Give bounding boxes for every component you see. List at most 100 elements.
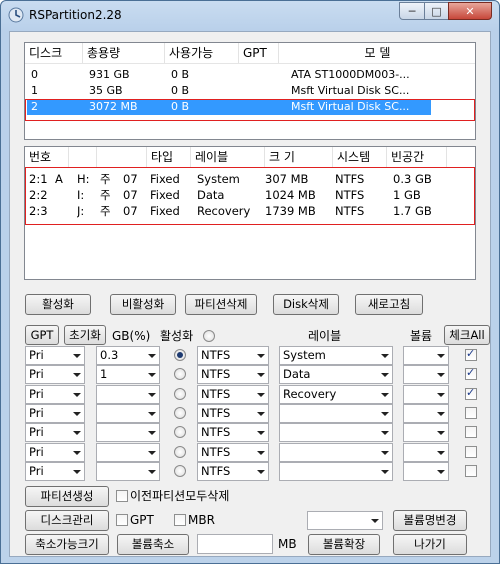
filesystem-select[interactable]: NTFS [197,384,269,404]
label-select[interactable] [279,423,393,443]
partition-cell-fs[interactable]: NTFS [335,187,364,203]
partition-type-select[interactable]: Pri [25,423,85,443]
disk-cell-avail[interactable]: 0 B [171,83,189,99]
volume-select[interactable] [307,511,383,530]
volume-letter-select[interactable] [403,442,449,462]
delete-previous-checkbox[interactable] [116,490,128,502]
row-checkbox[interactable] [465,366,477,381]
partition-list-col-5[interactable]: 크 기 [265,147,333,167]
disk-management-button[interactable]: 디스크관리 [25,510,109,531]
row-checkbox[interactable] [465,464,477,477]
row-checkbox[interactable] [465,347,477,361]
partition-type-select[interactable]: Pri [25,442,85,462]
label-select[interactable]: System [279,346,393,365]
size-select[interactable]: 1 [96,365,160,385]
partition-cell-free[interactable]: 1 GB [393,187,421,203]
partition-cell-num[interactable]: 2:3 [29,203,48,219]
disk-cell-disk[interactable]: 0 [31,67,38,83]
partition-list-col-0[interactable]: 번호 [25,147,69,167]
filesystem-select[interactable]: NTFS [197,423,269,443]
check-all-button[interactable]: 체크All [444,325,490,345]
partition-cell-drive[interactable]: H: [77,171,90,187]
partition-cell-drive[interactable]: I: [77,187,84,203]
filesystem-select[interactable]: NTFS [197,365,269,385]
size-select[interactable] [96,461,160,481]
volume-letter-select[interactable] [403,403,449,423]
partition-cell-kind[interactable]: 주 [100,187,111,203]
disk-cell-total[interactable]: 35 GB [89,83,123,99]
active-radio[interactable] [174,387,186,400]
partition-type-select[interactable]: Pri [25,346,85,365]
partition-cell-kind[interactable]: 주 [100,171,111,187]
shrink-volume-button[interactable]: 볼륨축소 [117,534,189,555]
partition-cell-label[interactable]: Recovery [197,203,250,219]
active-radio[interactable] [174,464,186,477]
disk-list-col-3[interactable]: GPT [239,43,279,63]
partition-cell-label[interactable]: Data [197,187,224,203]
gpt-checkbox[interactable] [116,514,128,526]
partition-cell-id[interactable]: 07 [123,187,138,203]
close-button[interactable]: ✕ [448,2,492,20]
volume-letter-select[interactable] [403,384,449,404]
disk-cell-avail[interactable]: 0 B [171,99,189,115]
size-select[interactable] [96,423,160,443]
partition-cell-id[interactable]: 07 [123,171,138,187]
partition-cell-type[interactable]: Fixed [150,187,180,203]
partition-type-select[interactable]: Pri [25,403,85,423]
mbr-checkbox[interactable] [174,514,186,526]
volume-letter-select[interactable] [403,461,449,481]
disk-list-col-2[interactable]: 사용가능 [165,43,239,63]
partition-cell-free[interactable]: 0.3 GB [393,171,432,187]
partition-cell-size[interactable]: 1739 MB [265,203,316,219]
filesystem-select[interactable]: NTFS [197,442,269,462]
filesystem-select[interactable]: NTFS [197,403,269,423]
label-select[interactable]: Data [279,365,393,385]
partition-list[interactable]: 번호 타입 레이블 크 기 시스템 빈공간 2:1 A H: 주 07 Fixed System 307 … [24,146,476,280]
disk-list-col-4[interactable]: 모 델 [279,43,475,63]
partition-type-select[interactable]: Pri [25,384,85,404]
row-checkbox[interactable] [465,386,477,400]
disk-cell-avail[interactable]: 0 B [171,67,189,83]
label-select[interactable] [279,461,393,481]
gpt-button[interactable]: GPT [25,325,59,345]
row-checkbox[interactable] [465,426,477,439]
volume-letter-select[interactable] [403,346,449,365]
partition-list-col-4[interactable]: 레이블 [191,147,265,167]
active-radio[interactable] [174,445,186,458]
size-select[interactable] [96,403,160,423]
partition-cell-free[interactable]: 1.7 GB [393,203,432,219]
volume-letter-select[interactable] [403,423,449,443]
size-select[interactable]: 0.3 [96,346,160,365]
shrinkable-size-button[interactable]: 축소가능크기 [25,534,109,555]
maximize-button[interactable]: □ [424,2,449,20]
disk-list[interactable]: 디스크 총용량 사용가능 GPT 모 델 0 931 GB 0 B ATA ST1000DM00… [24,42,476,140]
disk-cell-disk[interactable]: 1 [31,83,38,99]
partition-type-select[interactable]: Pri [25,461,85,481]
disk-cell-model[interactable]: ATA ST1000DM003-... [291,67,410,83]
active-radio[interactable] [174,426,186,439]
volume-letter-select[interactable] [403,365,449,385]
label-select[interactable]: Recovery [279,384,393,404]
disk-cell-model[interactable]: Msft Virtual Disk SC... [291,83,409,99]
label-select[interactable] [279,403,393,423]
partition-type-select[interactable]: Pri [25,365,85,385]
disk-cell-disk[interactable]: 2 [31,99,38,115]
partition-list-col-2[interactable] [97,147,147,167]
active-radio[interactable] [174,349,186,361]
active-radio[interactable] [174,368,186,381]
size-select[interactable] [96,384,160,404]
partition-cell-label[interactable]: System [197,171,240,187]
disk-cell-total[interactable]: 3072 MB [89,99,138,115]
delete-disk-button[interactable]: Disk삭제 [273,294,339,315]
partition-list-col-7[interactable]: 빈공간 [387,147,447,167]
disk-cell-model[interactable]: Msft Virtual Disk SC... [291,99,409,115]
partition-list-col-3[interactable]: 타입 [147,147,191,167]
extend-volume-button[interactable]: 볼륨확장 [308,534,380,555]
partition-cell-act[interactable]: A [55,171,63,187]
partition-cell-fs[interactable]: NTFS [335,203,364,219]
size-select[interactable] [96,442,160,462]
activate-button[interactable]: 활성화 [25,294,91,315]
row-checkbox[interactable] [465,445,477,458]
init-button[interactable]: 초기화 [64,325,106,345]
partition-cell-num[interactable]: 2:2 [29,187,48,203]
